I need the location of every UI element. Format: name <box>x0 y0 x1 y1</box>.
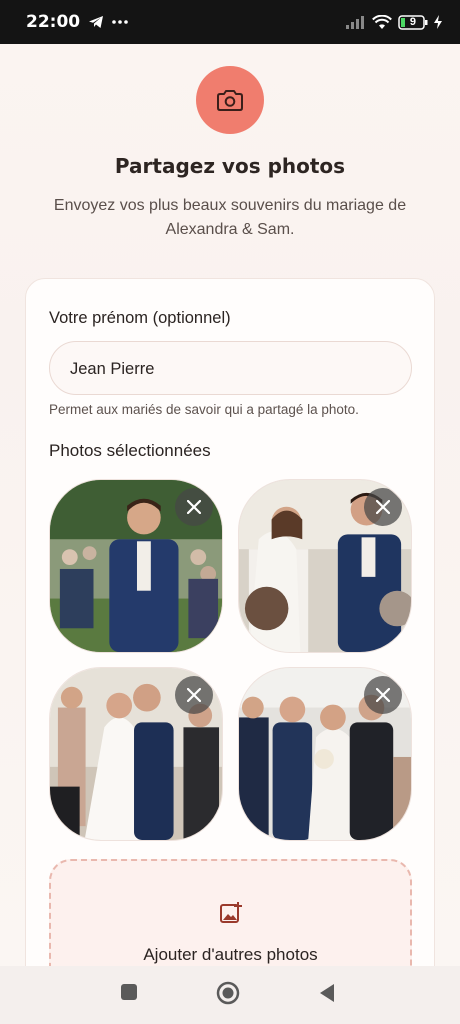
remove-photo-button[interactable] <box>364 676 402 714</box>
name-input[interactable]: Jean Pierre <box>49 341 412 395</box>
home-icon[interactable] <box>216 981 240 1005</box>
close-icon <box>187 500 201 514</box>
battery-level: 9 <box>409 16 416 28</box>
status-bar: 22:00 9 <box>0 0 460 44</box>
page-title: Partagez vos photos <box>114 154 346 178</box>
recent-apps-icon[interactable] <box>120 983 138 1001</box>
back-icon[interactable] <box>318 983 336 1003</box>
name-field-label: Votre prénom (optionnel) <box>49 309 231 327</box>
add-more-photos-label: Ajouter d'autres photos <box>143 945 318 964</box>
remove-photo-button[interactable] <box>364 488 402 526</box>
system-nav-bar <box>0 966 460 1024</box>
close-icon <box>187 688 201 702</box>
main-content: Partagez vos photos Envoyez vos plus bea… <box>0 44 460 966</box>
close-icon <box>376 500 390 514</box>
photo-thumbnail[interactable] <box>238 667 412 841</box>
name-field-help: Permet aux mariés de savoir qui a partag… <box>49 402 359 417</box>
photo-thumbnail[interactable] <box>49 667 223 841</box>
page-subtitle: Envoyez vos plus beaux souvenirs du mari… <box>53 197 407 238</box>
add-more-photos-button[interactable]: Ajouter d'autres photos <box>49 859 412 966</box>
status-time: 22:00 <box>26 12 81 32</box>
hero-camera-badge <box>196 66 264 134</box>
more-notifications-icon <box>112 20 128 24</box>
add-photo-icon <box>220 902 242 923</box>
remove-photo-button[interactable] <box>175 488 213 526</box>
close-icon <box>376 688 390 702</box>
selected-photos-label: Photos sélectionnées <box>49 441 211 460</box>
photo-thumbnail[interactable] <box>238 479 412 653</box>
upload-form-card: Votre prénom (optionnel) Jean Pierre Per… <box>25 278 435 966</box>
signal-icon <box>346 16 364 29</box>
photo-thumbnail[interactable] <box>49 479 223 653</box>
telegram-icon <box>89 16 104 28</box>
camera-icon <box>217 90 243 111</box>
wifi-icon <box>372 14 392 29</box>
remove-photo-button[interactable] <box>175 676 213 714</box>
charging-icon <box>434 15 442 29</box>
